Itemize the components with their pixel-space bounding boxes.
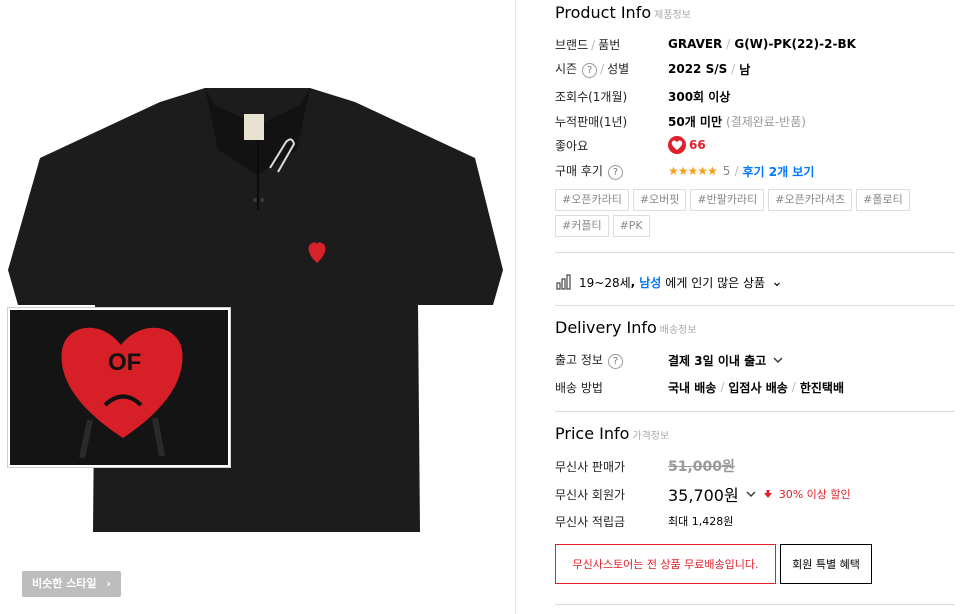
likes-label: 좋아요 bbox=[555, 138, 589, 153]
brand-value[interactable]: GRAVER bbox=[668, 37, 722, 51]
ship-value: 결제 3일 이내 출고 bbox=[668, 353, 767, 368]
member-benefit-button[interactable]: 회원 특별 혜택 bbox=[780, 544, 872, 584]
product-info-heading: Product Info bbox=[555, 3, 652, 22]
method-label: 배송 방법 bbox=[555, 380, 603, 395]
method-domestic: 국내 배송 bbox=[668, 380, 717, 395]
help-icon[interactable]: ? bbox=[607, 354, 623, 369]
hashtag-list: #오픈카라티 #오버핏 #반팔카라티 #오픈카라셔츠 #폴로티 #커플티 #PK bbox=[555, 189, 955, 237]
part-number-value: G(W)-PK(22)-2-BK bbox=[734, 37, 856, 51]
points-value: 최대 1,428원 bbox=[668, 515, 734, 528]
popular-gender: 남성 bbox=[639, 275, 662, 290]
column-divider bbox=[515, 0, 516, 614]
method-vendor: 입점사 배송 bbox=[728, 380, 788, 395]
sales-value: 50개 미만 bbox=[668, 114, 722, 129]
sales-note: (결제완료-반품) bbox=[726, 114, 806, 129]
brand-row: 브랜드 / 품번 GRAVER / G(W)-PK(22)-2-BK bbox=[555, 37, 856, 52]
popular-suffix: 에게 인기 많은 상품 bbox=[665, 275, 766, 290]
help-icon[interactable]: ? bbox=[582, 63, 598, 78]
view-reviews-link[interactable]: 후기 2개 보기 bbox=[742, 163, 814, 180]
shipping-info-row: 출고 정보? 결제 3일 이내 출고 bbox=[555, 350, 955, 370]
season-row: 시즌? / 성별 2022 S/S / 남 bbox=[555, 62, 751, 78]
rating-stars: ★★★★★ bbox=[668, 164, 718, 178]
review-label: 구매 후기 bbox=[555, 164, 603, 178]
chevron-right-icon: › bbox=[106, 577, 111, 590]
points-row: 무신사 적립금 최대 1,428원 bbox=[555, 511, 955, 531]
product-info-title: Product Info 제품정보 bbox=[555, 3, 691, 22]
heart-icon bbox=[668, 136, 686, 154]
member-price-value: 35,700원 bbox=[668, 486, 739, 505]
hashtag-item[interactable]: #커플티 bbox=[555, 215, 609, 237]
divider bbox=[555, 604, 955, 605]
help-icon[interactable]: ? bbox=[607, 165, 623, 180]
brand-label-tag bbox=[244, 114, 264, 140]
delivery-info-subtitle: 배송정보 bbox=[659, 325, 697, 336]
member-price-row: 무신사 회원가 35,700원 30% 이상 할인 bbox=[555, 484, 955, 505]
discount-badge: 30% 이상 할인 bbox=[778, 488, 851, 501]
rating-score: 5 bbox=[722, 164, 731, 178]
heart-patch-closeup: OF bbox=[10, 310, 228, 465]
free-shipping-notice: 무신사스토어는 전 상품 무료배송입니다. bbox=[555, 544, 776, 584]
method-courier: 한진택배 bbox=[799, 380, 844, 395]
sales-label: 누적판매(1년) bbox=[555, 114, 628, 129]
price-info-title: Price Info 가격정보 bbox=[555, 424, 669, 443]
views-label: 조회수(1개월) bbox=[555, 89, 628, 104]
similar-style-button[interactable]: 비슷한 스타일 › bbox=[22, 571, 121, 597]
hashtag-item[interactable]: #오픈카라티 bbox=[555, 189, 629, 211]
patch-letters: OF bbox=[108, 349, 141, 376]
gender-value: 남 bbox=[739, 62, 751, 77]
divider bbox=[555, 305, 955, 306]
product-image-area: OF 비슷한 스타일 › bbox=[0, 0, 515, 614]
sale-price-value: 51,000원 bbox=[668, 459, 735, 475]
bar-chart-icon bbox=[556, 274, 571, 290]
likes-row: 좋아요 66 bbox=[555, 135, 955, 155]
chevron-down-icon[interactable] bbox=[745, 488, 757, 500]
views-value: 300회 이상 bbox=[668, 89, 731, 104]
season-label: 시즌 bbox=[555, 62, 578, 76]
price-info-heading: Price Info bbox=[555, 424, 630, 443]
part-label: 품번 bbox=[598, 37, 621, 52]
ship-dropdown[interactable]: 결제 3일 이내 출고 bbox=[668, 352, 784, 369]
popular-age: 19~28세 bbox=[579, 275, 631, 290]
price-info-subtitle: 가격정보 bbox=[632, 431, 670, 442]
sale-price-label: 무신사 판매가 bbox=[555, 459, 626, 474]
hashtag-item[interactable]: #PK bbox=[612, 215, 650, 237]
divider bbox=[555, 252, 955, 253]
double-chevron-down-icon: ⌄ bbox=[771, 274, 783, 290]
popular-separator: , bbox=[630, 275, 636, 289]
popular-demographic-toggle[interactable]: 19~28세, 남성 에게 인기 많은 상품 ⌄ bbox=[555, 271, 783, 293]
member-price-label: 무신사 회원가 bbox=[555, 487, 626, 502]
likes-count: 66 bbox=[689, 138, 706, 152]
brand-label: 브랜드 bbox=[555, 37, 589, 52]
sales-row: 누적판매(1년) 50개 미만 (결제완료-반품) bbox=[555, 111, 955, 131]
delivery-info-heading: Delivery Info bbox=[555, 318, 657, 337]
views-row: 조회수(1개월) 300회 이상 bbox=[555, 86, 955, 106]
hashtag-item[interactable]: #오픈카라셔츠 bbox=[768, 189, 853, 211]
hashtag-item[interactable]: #반팔카라티 bbox=[690, 189, 765, 211]
like-button[interactable]: 66 bbox=[668, 136, 706, 154]
divider bbox=[555, 411, 955, 412]
chevron-down-icon bbox=[773, 357, 783, 363]
gender-label: 성별 bbox=[607, 62, 630, 76]
down-arrow-icon bbox=[763, 490, 772, 498]
product-info-subtitle: 제품정보 bbox=[654, 10, 691, 21]
points-label: 무신사 적립금 bbox=[555, 514, 626, 529]
hashtag-item[interactable]: #폴로티 bbox=[856, 189, 910, 211]
sale-price-row: 무신사 판매가 51,000원 bbox=[555, 456, 955, 476]
similar-style-label: 비슷한 스타일 bbox=[32, 577, 97, 590]
hashtag-item[interactable]: #오버핏 bbox=[632, 189, 687, 211]
delivery-info-title: Delivery Info 배송정보 bbox=[555, 318, 697, 337]
season-value: 2022 S/S bbox=[668, 62, 728, 76]
ship-label: 출고 정보 bbox=[555, 353, 603, 367]
review-row: 구매 후기? ★★★★★ 5 / 후기 2개 보기 bbox=[555, 163, 815, 180]
logo-zoom-inset: OF bbox=[7, 307, 231, 468]
shipping-method-row: 배송 방법 국내 배송 / 입점사 배송 / 한진택배 bbox=[555, 380, 844, 395]
